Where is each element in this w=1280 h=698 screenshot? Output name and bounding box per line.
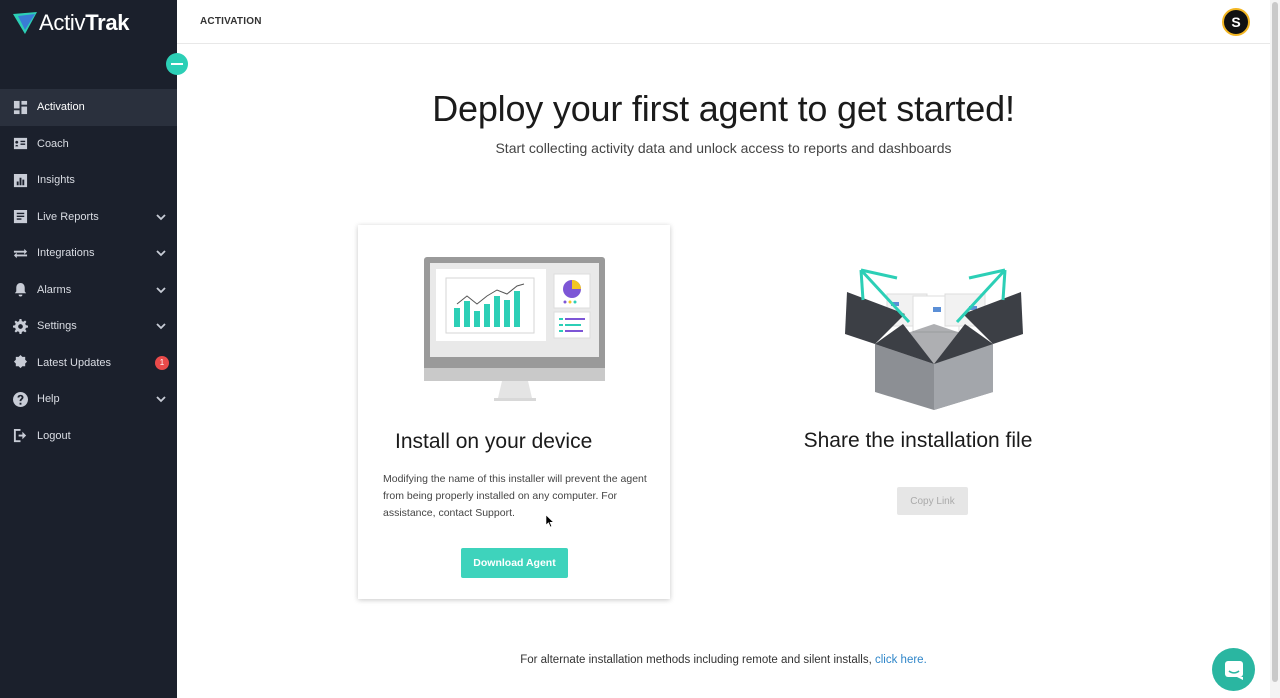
sidebar-item-label: Integrations bbox=[37, 247, 95, 260]
copy-link-button[interactable]: Copy Link bbox=[897, 487, 968, 515]
sidebar-item-insights[interactable]: Insights bbox=[0, 162, 177, 199]
sidebar-item-integrations[interactable]: Integrations bbox=[0, 235, 177, 272]
dashboard-icon bbox=[13, 100, 28, 115]
chevron-down-icon bbox=[156, 321, 166, 331]
chevron-down-icon bbox=[156, 248, 166, 258]
sidebar-item-label: Coach bbox=[37, 137, 69, 150]
chat-icon bbox=[1224, 660, 1243, 680]
user-avatar[interactable]: S bbox=[1222, 8, 1250, 36]
notification-badge: 1 bbox=[155, 355, 169, 370]
chevron-down-icon bbox=[156, 285, 166, 295]
minus-icon bbox=[171, 63, 183, 65]
scrollbar-thumb[interactable] bbox=[1272, 2, 1278, 682]
sidebar-item-label: Latest Updates bbox=[37, 356, 111, 369]
share-title: Share the installation file bbox=[803, 429, 1033, 452]
gear-icon bbox=[13, 318, 28, 334]
sidebar-nav: Activation Coach Insights Live Reports I… bbox=[0, 89, 177, 454]
logo-mark-icon bbox=[13, 12, 37, 34]
install-card-title: Install on your device bbox=[395, 430, 593, 453]
insights-icon bbox=[13, 173, 28, 188]
logo-text: ActivTrak bbox=[39, 10, 130, 35]
monitor-illustration bbox=[424, 257, 605, 401]
install-card: Install on your device Modifying the nam… bbox=[358, 225, 670, 599]
sidebar-item-live-reports[interactable]: Live Reports bbox=[0, 199, 177, 236]
sidebar-item-label: Activation bbox=[37, 101, 85, 114]
alternate-install-note: For alternate installation methods inclu… bbox=[177, 654, 1270, 666]
sidebar-item-help[interactable]: Help bbox=[0, 381, 177, 418]
main-subheading: Start collecting activity data and unloc… bbox=[495, 140, 952, 156]
help-icon bbox=[13, 391, 28, 407]
coach-icon bbox=[13, 136, 28, 151]
integrations-icon bbox=[13, 246, 28, 261]
sidebar-item-alarms[interactable]: Alarms bbox=[0, 272, 177, 309]
chat-button[interactable] bbox=[1212, 648, 1255, 691]
collapse-sidebar-button[interactable] bbox=[166, 53, 188, 75]
click-here-link[interactable]: click here. bbox=[875, 654, 927, 666]
scrollbar[interactable] bbox=[1270, 0, 1280, 698]
sidebar-item-label: Help bbox=[37, 393, 60, 406]
sidebar-item-label: Live Reports bbox=[37, 210, 99, 223]
chevron-down-icon bbox=[156, 394, 166, 404]
download-agent-button[interactable]: Download Agent bbox=[461, 548, 568, 578]
sidebar-item-latest-updates[interactable]: Latest Updates 1 bbox=[0, 345, 177, 382]
sidebar-item-settings[interactable]: Settings bbox=[0, 308, 177, 345]
alternate-install-text: For alternate installation methods inclu… bbox=[520, 654, 875, 666]
sidebar-item-logout[interactable]: Logout bbox=[0, 418, 177, 455]
sidebar-item-label: Insights bbox=[37, 174, 75, 187]
logout-icon bbox=[13, 428, 28, 443]
bell-icon bbox=[13, 282, 28, 297]
reports-icon bbox=[13, 209, 28, 224]
sidebar: ActivTrak Activation Coach Insights Live… bbox=[0, 0, 177, 698]
mouse-cursor-icon bbox=[546, 515, 555, 528]
open-box-illustration bbox=[845, 268, 1023, 410]
sidebar-item-label: Settings bbox=[37, 320, 77, 333]
chevron-down-icon bbox=[156, 212, 166, 222]
sidebar-item-label: Alarms bbox=[37, 283, 72, 296]
top-header: ACTIVATION S bbox=[177, 0, 1280, 44]
sidebar-item-label: Logout bbox=[37, 429, 71, 442]
updates-icon bbox=[13, 355, 28, 370]
page-title: ACTIVATION bbox=[200, 16, 262, 27]
install-card-description: Modifying the name of this installer wil… bbox=[383, 473, 647, 519]
sidebar-item-coach[interactable]: Coach bbox=[0, 126, 177, 163]
activtrak-logo[interactable]: ActivTrak bbox=[13, 9, 130, 37]
sidebar-item-activation[interactable]: Activation bbox=[0, 89, 177, 126]
main-heading: Deploy your first agent to get started! bbox=[432, 88, 1015, 129]
